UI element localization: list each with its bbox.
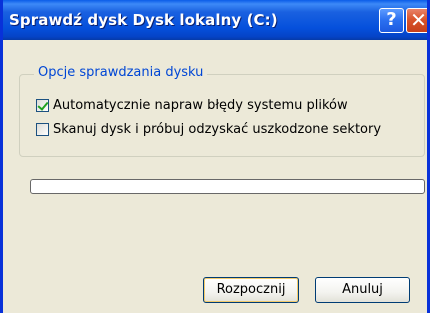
disk-options-group [19, 74, 425, 157]
auto-fix-label[interactable]: Automatycznie napraw błędy systemu plikó… [53, 98, 348, 113]
cancel-button[interactable]: Anuluj [315, 277, 410, 303]
disk-options-legend: Opcje sprawdzania dysku [34, 64, 208, 82]
help-icon: ? [386, 9, 397, 30]
window-title: Sprawdź dysk Dysk lokalny (C:) [9, 11, 278, 29]
scan-sectors-label[interactable]: Skanuj dysk i próbuj odzyskać uszkodzone… [53, 122, 381, 137]
title-bar[interactable]: Sprawdź dysk Dysk lokalny (C:) ? ✕ [3, 0, 427, 40]
checkmark-icon [37, 98, 49, 111]
close-button[interactable]: ✕ [406, 8, 427, 33]
scan-sectors-option[interactable]: Skanuj dysk i próbuj odzyskać uszkodzone… [36, 120, 381, 138]
scan-sectors-checkbox[interactable] [36, 122, 49, 136]
progress-bar [30, 179, 425, 194]
start-button[interactable]: Rozpocznij [203, 277, 299, 303]
close-icon: ✕ [410, 8, 427, 32]
help-button[interactable]: ? [379, 8, 404, 33]
auto-fix-option[interactable]: Automatycznie napraw błędy systemu plikó… [36, 96, 348, 114]
auto-fix-checkbox[interactable] [36, 98, 49, 112]
